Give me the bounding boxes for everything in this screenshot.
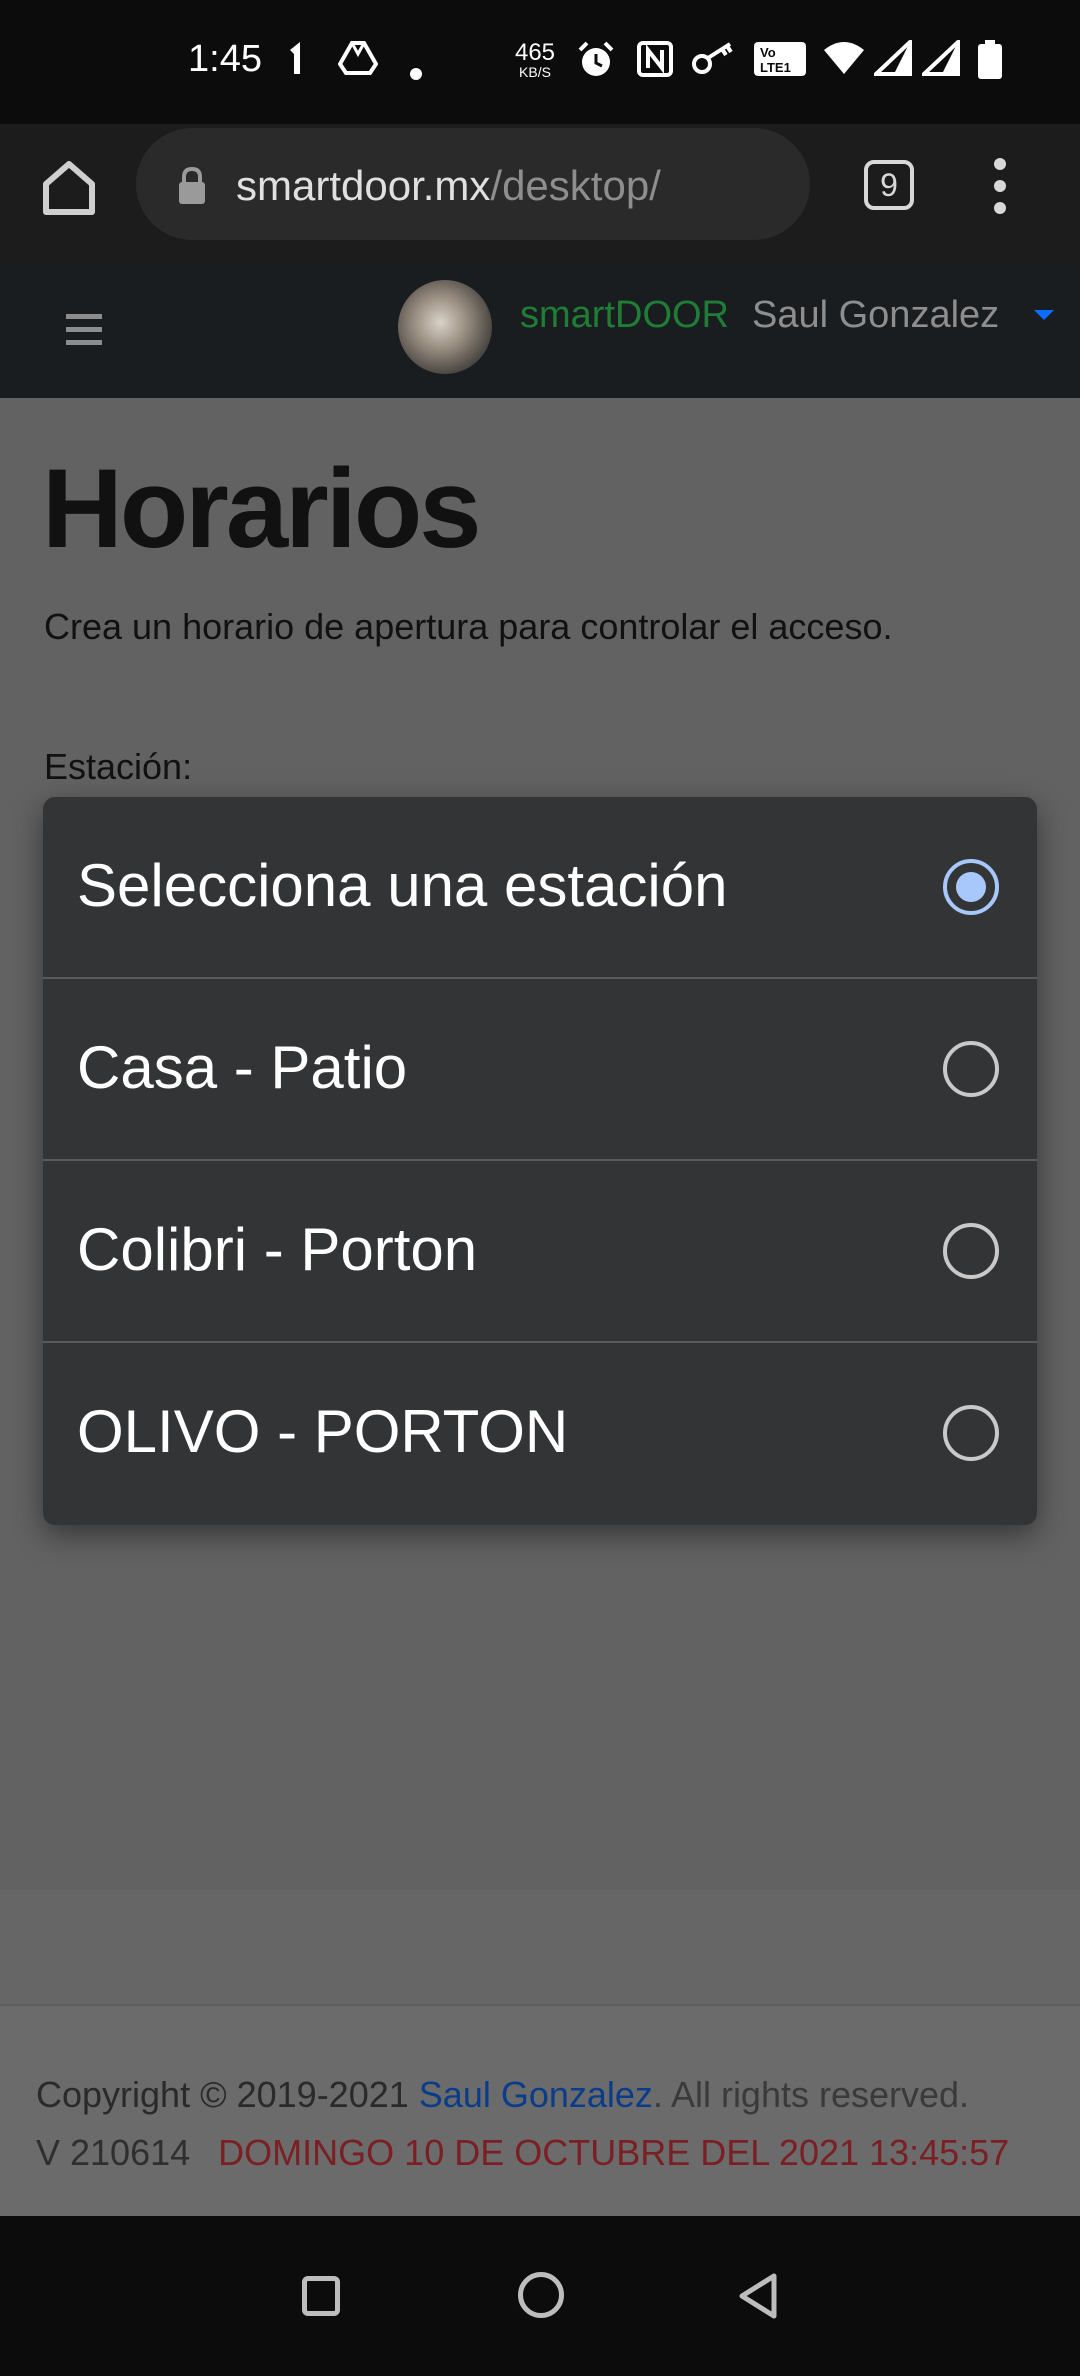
user-dropdown-caret-icon[interactable]: [1034, 310, 1054, 320]
radio-unchecked-icon[interactable]: [943, 1041, 999, 1097]
author-link[interactable]: Saul Gonzalez: [419, 2074, 653, 2115]
copyright-text: Copyright © 2019-2021: [36, 2074, 409, 2115]
status-time: 1:45: [188, 38, 262, 80]
radio-unchecked-icon[interactable]: [943, 1223, 999, 1279]
browser-toolbar: smartdoor.mx/desktop/ 9: [0, 124, 1080, 264]
svg-text:LTE1: LTE1: [760, 60, 791, 75]
battery-icon: [976, 40, 1004, 86]
select-option[interactable]: Casa - Patio: [43, 979, 1037, 1161]
url-path: /desktop/: [490, 162, 661, 209]
signal-icon: [918, 37, 960, 82]
signal-icon: [870, 37, 912, 82]
rights-text: . All rights reserved.: [652, 2074, 970, 2115]
svg-text:Vo: Vo: [760, 45, 776, 60]
data-arrow-icon: [286, 40, 308, 82]
select-option[interactable]: Colibri - Porton: [43, 1161, 1037, 1343]
url-text: smartdoor.mx/desktop/: [236, 162, 661, 210]
home-icon[interactable]: [38, 156, 100, 218]
lock-icon: [176, 166, 208, 206]
more-options-icon[interactable]: [990, 158, 1010, 218]
dot-icon: [410, 52, 422, 86]
status-bar: 1:45 465 KB/S Vo LTE1: [0, 0, 1080, 124]
user-name[interactable]: Saul Gonzalez: [752, 294, 999, 337]
hamburger-menu-icon[interactable]: [66, 314, 102, 346]
wifi-icon: [822, 40, 866, 82]
footer-version-line: V 210614 DOMINGO 10 DE OCTUBRE DEL 2021 …: [36, 2132, 1009, 2174]
key-icon: [692, 40, 736, 82]
version-text: V 210614: [36, 2132, 191, 2173]
footer-copyright: Copyright © 2019-2021 Saul Gonzalez. All…: [36, 2074, 969, 2116]
url-domain: smartdoor.mx: [236, 162, 491, 209]
option-label: Casa - Patio: [77, 1034, 408, 1101]
radio-unchecked-icon[interactable]: [943, 1405, 999, 1461]
net-speed: 465 KB/S: [514, 39, 556, 81]
brand-logo-text[interactable]: smartDOOR: [520, 294, 729, 337]
home-button[interactable]: [518, 2272, 564, 2318]
select-option[interactable]: Selecciona una estación: [43, 797, 1037, 979]
option-label: Colibri - Porton: [77, 1216, 478, 1283]
avatar[interactable]: [398, 280, 492, 374]
select-option[interactable]: OLIVO - PORTON: [43, 1343, 1037, 1525]
recents-button[interactable]: [302, 2276, 340, 2316]
address-bar[interactable]: smartdoor.mx/desktop/: [136, 128, 810, 240]
screen: 1:45 465 KB/S Vo LTE1 smartdoor.mx/deskt…: [0, 0, 1080, 2376]
option-label: OLIVO - PORTON: [77, 1398, 569, 1465]
tab-switcher-button[interactable]: 9: [864, 160, 914, 210]
page-title: Horarios: [42, 446, 482, 571]
system-nav-bar: [0, 2216, 1080, 2376]
footer-spacer: [0, 1890, 1080, 2004]
back-button[interactable]: [736, 2272, 780, 2320]
alarm-icon: [576, 40, 616, 86]
server-datetime: DOMINGO 10 DE OCTUBRE DEL 2021 13:45:57: [218, 2132, 1010, 2173]
drive-icon: [337, 40, 379, 82]
site-navbar: smartDOOR Saul Gonzalez: [0, 264, 1080, 398]
page-subtitle: Crea un horario de apertura para control…: [44, 606, 893, 647]
volte-icon: Vo LTE1: [752, 40, 808, 84]
station-label: Estación:: [44, 746, 193, 787]
nfc-icon: [636, 40, 674, 84]
radio-checked-icon[interactable]: [943, 859, 999, 915]
footer: Copyright © 2019-2021 Saul Gonzalez. All…: [0, 2004, 1080, 2216]
station-select-dialog: Selecciona una estación Casa - Patio Col…: [43, 797, 1037, 1525]
option-label: Selecciona una estación: [77, 852, 728, 919]
